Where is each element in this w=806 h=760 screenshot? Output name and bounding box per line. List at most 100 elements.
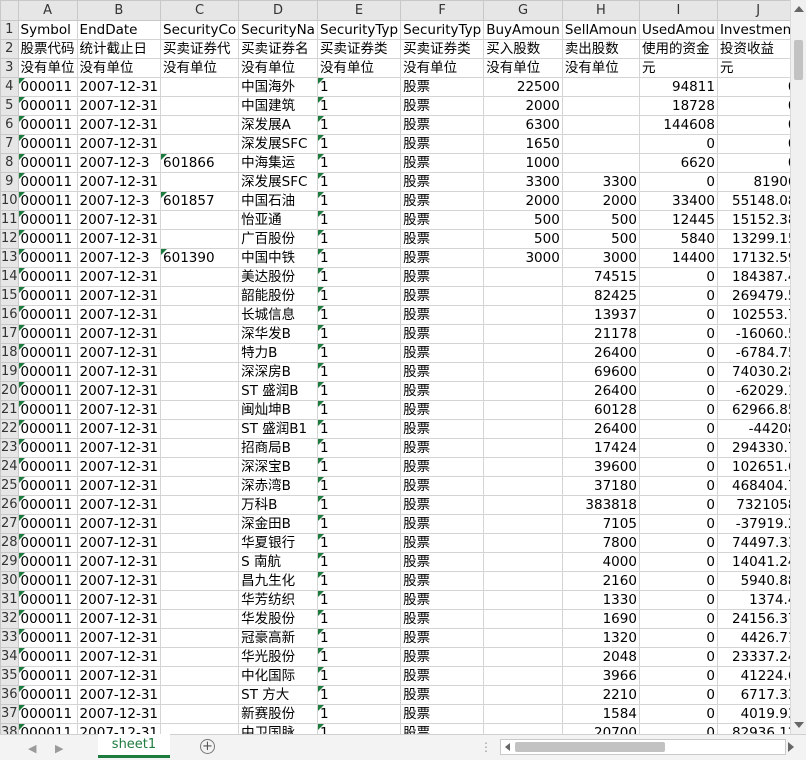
- column-header-b[interactable]: B: [76, 0, 162, 21]
- cell[interactable]: 1: [316, 685, 402, 705]
- cell[interactable]: 000011: [17, 305, 78, 325]
- cell[interactable]: 1: [316, 172, 402, 192]
- cell[interactable]: 招商局B: [238, 438, 318, 458]
- prev-sheet-icon[interactable]: ◀: [28, 742, 36, 755]
- cell[interactable]: 4000: [561, 552, 640, 572]
- row-header[interactable]: 14: [0, 267, 19, 287]
- cell[interactable]: 股票: [400, 343, 485, 363]
- cell[interactable]: 2007-12-3: [76, 191, 162, 211]
- cell[interactable]: -44208: [716, 419, 790, 439]
- cell[interactable]: 0: [638, 286, 718, 306]
- cell[interactable]: 2007-12-31: [76, 381, 162, 401]
- cell[interactable]: [160, 210, 240, 230]
- row-header[interactable]: 31: [0, 590, 19, 610]
- cell[interactable]: 深华发B: [238, 324, 318, 344]
- cell[interactable]: 1: [316, 305, 402, 325]
- cell[interactable]: 5940.88: [716, 571, 790, 591]
- cell[interactable]: 0: [638, 647, 718, 667]
- cell[interactable]: [160, 685, 240, 705]
- cell[interactable]: 0: [638, 495, 718, 515]
- cell[interactable]: 冠豪高新: [238, 628, 318, 648]
- row-header[interactable]: 21: [0, 400, 19, 420]
- scroll-left-arrow-icon[interactable]: [505, 743, 510, 751]
- sheet-tab-sheet1[interactable]: sheet1: [98, 734, 170, 758]
- cell[interactable]: 没有单位: [316, 58, 402, 78]
- cell[interactable]: [160, 343, 240, 363]
- column-header-j[interactable]: J: [716, 0, 790, 21]
- cell[interactable]: 股票: [400, 115, 485, 135]
- cell[interactable]: 2007-12-31: [76, 704, 162, 724]
- cell[interactable]: [160, 704, 240, 724]
- cell[interactable]: 000011: [17, 400, 78, 420]
- cell[interactable]: SecurityTyp: [400, 20, 485, 40]
- cell[interactable]: 广百股份: [238, 229, 318, 249]
- cell[interactable]: 000011: [17, 590, 78, 610]
- cell[interactable]: 买卖证券类: [316, 39, 402, 59]
- cell[interactable]: 股票: [400, 590, 485, 610]
- row-header[interactable]: 26: [0, 495, 19, 515]
- cell[interactable]: 没有单位: [76, 58, 162, 78]
- cell[interactable]: 美达股份: [238, 267, 318, 287]
- cell[interactable]: 500: [483, 229, 563, 249]
- cell[interactable]: 2007-12-31: [76, 685, 162, 705]
- column-header-h[interactable]: H: [561, 0, 640, 21]
- cell[interactable]: 闽灿坤B: [238, 400, 318, 420]
- horizontal-scrollbar[interactable]: [500, 739, 786, 755]
- cell[interactable]: [160, 476, 240, 496]
- cell[interactable]: 000011: [17, 457, 78, 477]
- row-header[interactable]: 19: [0, 362, 19, 382]
- cell[interactable]: 0: [638, 438, 718, 458]
- cell[interactable]: [483, 476, 563, 496]
- row-header[interactable]: 20: [0, 381, 19, 401]
- cell[interactable]: 2007-12-31: [76, 552, 162, 572]
- cell[interactable]: -37919.2: [716, 514, 790, 534]
- cell[interactable]: 卖出股数: [561, 39, 640, 59]
- cell[interactable]: [160, 609, 240, 629]
- cell[interactable]: 0: [716, 77, 790, 97]
- cell[interactable]: 深发展SFC: [238, 172, 318, 192]
- cell[interactable]: 2000: [561, 191, 640, 211]
- cell[interactable]: 1: [316, 628, 402, 648]
- cell[interactable]: [160, 229, 240, 249]
- cell[interactable]: 1: [316, 533, 402, 553]
- add-sheet-icon[interactable]: +: [200, 739, 215, 754]
- row-header[interactable]: 33: [0, 628, 19, 648]
- cell[interactable]: 26400: [561, 381, 640, 401]
- cell[interactable]: 3300: [483, 172, 563, 192]
- cell[interactable]: [160, 533, 240, 553]
- cell[interactable]: 股票: [400, 381, 485, 401]
- cell[interactable]: 股票: [400, 419, 485, 439]
- cell[interactable]: 2007-12-31: [76, 286, 162, 306]
- row-header[interactable]: 2: [0, 39, 19, 59]
- cell[interactable]: [483, 362, 563, 382]
- cell[interactable]: -16060.5: [716, 324, 790, 344]
- cell[interactable]: [483, 400, 563, 420]
- cell[interactable]: 1: [316, 134, 402, 154]
- cell[interactable]: 102553.7: [716, 305, 790, 325]
- cell[interactable]: 3000: [561, 248, 640, 268]
- cell[interactable]: 股票: [400, 77, 485, 97]
- cell[interactable]: 7105: [561, 514, 640, 534]
- cell[interactable]: 0: [638, 343, 718, 363]
- cell[interactable]: 股票: [400, 438, 485, 458]
- cell[interactable]: [160, 438, 240, 458]
- cell[interactable]: 000011: [17, 571, 78, 591]
- cell[interactable]: 2007-12-31: [76, 495, 162, 515]
- cell[interactable]: [160, 495, 240, 515]
- cell[interactable]: 2007-12-31: [76, 400, 162, 420]
- cell[interactable]: 000011: [17, 153, 78, 173]
- row-header[interactable]: 32: [0, 609, 19, 629]
- cell[interactable]: 0: [638, 305, 718, 325]
- cell[interactable]: [160, 628, 240, 648]
- cell[interactable]: [160, 666, 240, 686]
- cell[interactable]: 0: [716, 115, 790, 135]
- cell[interactable]: 37180: [561, 476, 640, 496]
- row-header[interactable]: 12: [0, 229, 19, 249]
- cell[interactable]: 000011: [17, 343, 78, 363]
- cell[interactable]: [160, 115, 240, 135]
- horizontal-scroll-thumb[interactable]: [515, 742, 665, 752]
- cell[interactable]: 000011: [17, 286, 78, 306]
- cell[interactable]: 股票: [400, 229, 485, 249]
- cell[interactable]: 中卫国脉: [238, 723, 318, 734]
- cell[interactable]: 2007-12-31: [76, 77, 162, 97]
